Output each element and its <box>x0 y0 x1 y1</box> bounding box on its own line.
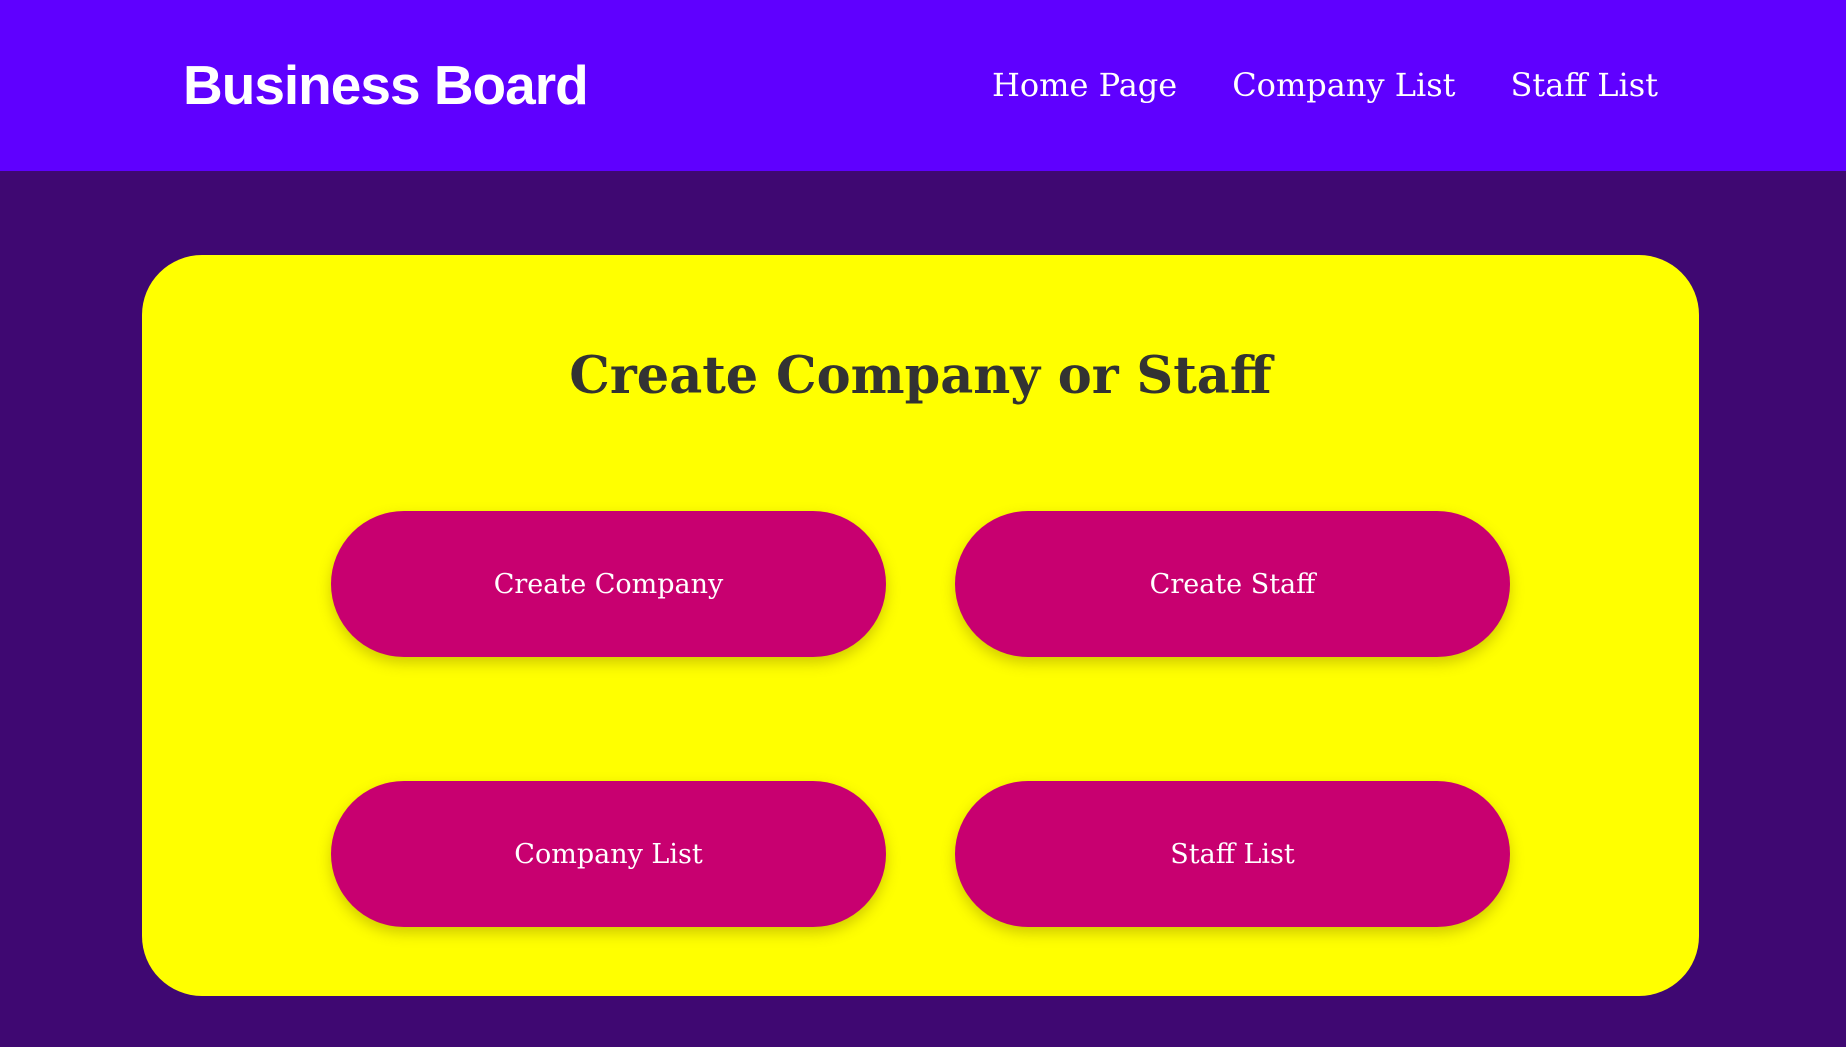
staff-list-button[interactable]: Staff List <box>955 781 1510 927</box>
create-card: Create Company or Staff Create Company C… <box>142 255 1699 996</box>
create-staff-button[interactable]: Create Staff <box>955 511 1510 657</box>
brand-logo[interactable]: Business Board <box>183 52 589 118</box>
main-nav: Home Page Company List Staff List <box>992 62 1658 108</box>
create-company-button[interactable]: Create Company <box>331 511 886 657</box>
page-title: Create Company or Staff <box>569 346 1272 406</box>
top-navbar: Business Board Home Page Company List St… <box>0 0 1846 171</box>
nav-link-home[interactable]: Home Page <box>992 62 1177 108</box>
nav-link-company-list[interactable]: Company List <box>1232 62 1455 108</box>
nav-link-staff-list[interactable]: Staff List <box>1510 62 1658 108</box>
company-list-button[interactable]: Company List <box>331 781 886 927</box>
